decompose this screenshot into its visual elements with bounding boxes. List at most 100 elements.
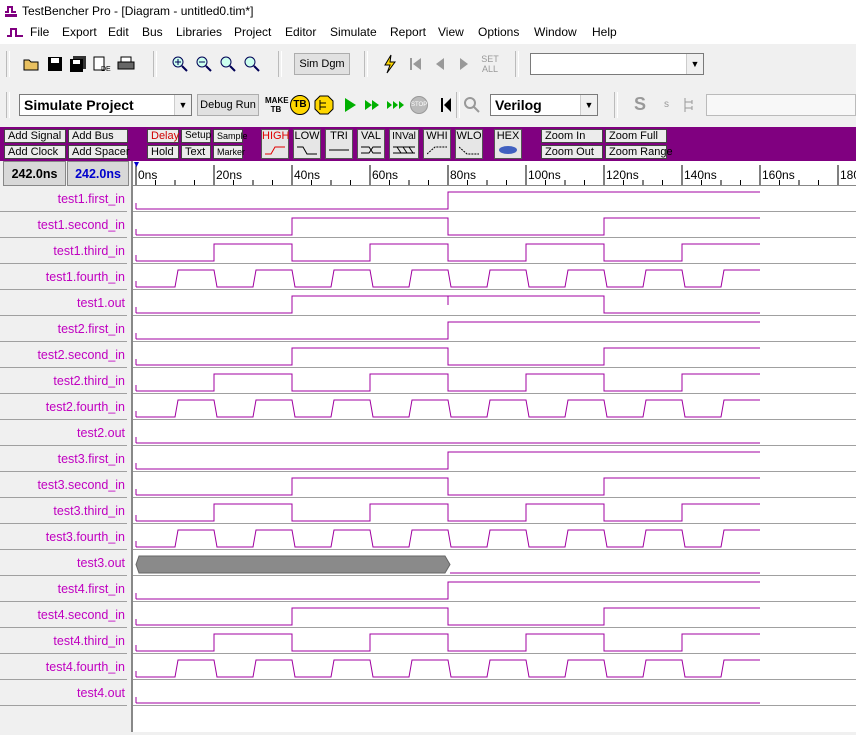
setup-button[interactable]: Setup: [181, 129, 211, 143]
save-all-icon[interactable]: [68, 54, 88, 74]
zoom-full-button[interactable]: Zoom Full: [605, 129, 667, 143]
stop-button[interactable]: STOP: [410, 96, 428, 114]
signal-name[interactable]: test1.third_in: [0, 238, 127, 264]
state-high-button[interactable]: HIGH: [261, 129, 290, 159]
signal-waveform[interactable]: [136, 347, 760, 366]
signal-waveform[interactable]: [136, 321, 760, 340]
delay-button[interactable]: Delay: [147, 129, 179, 143]
signal-waveform[interactable]: [136, 659, 760, 678]
run-all-icon[interactable]: [386, 95, 406, 115]
signal-name[interactable]: test3.first_in: [0, 446, 127, 472]
hex-button[interactable]: HEX: [494, 129, 522, 159]
signal-waveform[interactable]: [136, 269, 760, 288]
tb-tree-icon[interactable]: [314, 95, 334, 115]
set-all-button[interactable]: SET ALL: [479, 54, 501, 74]
mdi-doc-icon[interactable]: [6, 26, 24, 40]
copy-file-icon[interactable]: DE: [92, 54, 112, 74]
toolbar-grip[interactable]: [6, 51, 10, 77]
menu-window[interactable]: Window: [534, 25, 577, 39]
menu-options[interactable]: Options: [478, 25, 519, 39]
save-icon[interactable]: [45, 54, 65, 74]
signal-name[interactable]: test4.second_in: [0, 602, 127, 628]
menu-report[interactable]: Report: [390, 25, 426, 39]
state-tri-button[interactable]: TRI: [325, 129, 353, 159]
chevron-down-icon[interactable]: ▼: [174, 95, 191, 115]
add-spacer-button[interactable]: Add Spacer: [68, 145, 129, 159]
menu-editor[interactable]: Editor: [285, 25, 316, 39]
zoom-range-button[interactable]: Zoom Range: [605, 145, 673, 159]
language-select[interactable]: Verilog ▼: [490, 94, 598, 116]
text-button[interactable]: Text: [181, 145, 211, 159]
state-inval-button[interactable]: INVal: [389, 129, 419, 159]
add-signal-button[interactable]: Add Signal: [4, 129, 66, 143]
toolbar-grip[interactable]: [515, 51, 519, 77]
zoom-in-button[interactable]: Zoom In: [541, 129, 603, 143]
toolbar-grip[interactable]: [614, 92, 618, 118]
zoom-out-icon[interactable]: [194, 54, 214, 74]
signal-name[interactable]: test4.out: [0, 680, 127, 706]
signal-name[interactable]: test2.second_in: [0, 342, 127, 368]
signal-name[interactable]: test2.third_in: [0, 368, 127, 394]
marker-button[interactable]: Marker: [213, 145, 245, 159]
signal-waveform[interactable]: [136, 607, 760, 626]
open-folder-icon[interactable]: [22, 54, 42, 74]
sample-button[interactable]: Sample: [213, 129, 248, 143]
sim-dgm-button[interactable]: Sim Dgm: [294, 53, 350, 75]
toolbar-grip[interactable]: [278, 51, 282, 77]
signal-name[interactable]: test1.first_in: [0, 186, 127, 212]
signal-waveform[interactable]: [136, 503, 760, 522]
menu-project[interactable]: Project: [234, 25, 271, 39]
state-val-button[interactable]: VAL: [357, 129, 385, 159]
toolbar-grip[interactable]: [456, 92, 460, 118]
signal-name[interactable]: test1.fourth_in: [0, 264, 127, 290]
first-step-icon[interactable]: [406, 54, 426, 74]
state-whi-button[interactable]: WHI: [423, 129, 451, 159]
next-step-icon[interactable]: [454, 54, 474, 74]
tb-button[interactable]: TB: [290, 95, 310, 115]
signal-name[interactable]: test3.third_in: [0, 498, 127, 524]
signal-waveform[interactable]: [136, 373, 760, 392]
menu-bus[interactable]: Bus: [142, 25, 163, 39]
chevron-down-icon[interactable]: ▼: [580, 95, 597, 115]
make-tb-button[interactable]: MAKE TB: [265, 96, 289, 114]
search-icon[interactable]: [462, 95, 482, 115]
prev-step-icon[interactable]: [430, 54, 450, 74]
menu-view[interactable]: View: [438, 25, 464, 39]
signal-waveform[interactable]: [136, 191, 760, 210]
toolbar-dropdown[interactable]: ▼: [530, 53, 704, 75]
signal-waveform[interactable]: [136, 451, 760, 470]
signal-name[interactable]: test2.first_in: [0, 316, 127, 342]
signal-waveform[interactable]: [136, 633, 760, 652]
signal-waveform[interactable]: [136, 529, 760, 548]
waveform-area[interactable]: 0ns 20ns 40ns 60ns 80ns 100ns 120ns 140ns 160ns 1…: [131, 161, 856, 732]
signal-name[interactable]: test4.fourth_in: [0, 654, 127, 680]
toolbar-grip[interactable]: [153, 51, 157, 77]
s-small-icon[interactable]: s: [664, 99, 669, 110]
signal-name[interactable]: test4.first_in: [0, 576, 127, 602]
unknown-state-segment[interactable]: [135, 555, 451, 574]
hierarchy-icon[interactable]: [682, 95, 702, 115]
step-icon[interactable]: [362, 95, 382, 115]
signal-waveform[interactable]: [136, 217, 760, 236]
signal-waveform[interactable]: [136, 399, 760, 418]
add-bus-button[interactable]: Add Bus: [68, 129, 128, 143]
zoom-range-icon[interactable]: [242, 54, 262, 74]
signal-name[interactable]: test4.third_in: [0, 628, 127, 654]
go-to-start-icon[interactable]: [436, 95, 456, 115]
menu-libraries[interactable]: Libraries: [176, 25, 222, 39]
toolbar-grip[interactable]: [364, 51, 368, 77]
add-clock-button[interactable]: Add Clock: [4, 145, 66, 159]
state-wlo-button[interactable]: WLO: [455, 129, 483, 159]
s-large-icon[interactable]: S: [634, 94, 646, 115]
print-icon[interactable]: [116, 54, 136, 74]
signal-name[interactable]: test1.second_in: [0, 212, 127, 238]
signal-waveform[interactable]: [136, 581, 760, 600]
signal-name[interactable]: test3.second_in: [0, 472, 127, 498]
zoom-full-icon[interactable]: [218, 54, 238, 74]
lightning-icon[interactable]: [380, 54, 400, 74]
menu-simulate[interactable]: Simulate: [330, 25, 377, 39]
project-select[interactable]: Simulate Project ▼: [19, 94, 192, 116]
menu-export[interactable]: Export: [62, 25, 97, 39]
run-icon[interactable]: [340, 95, 360, 115]
search-field[interactable]: [706, 94, 856, 116]
